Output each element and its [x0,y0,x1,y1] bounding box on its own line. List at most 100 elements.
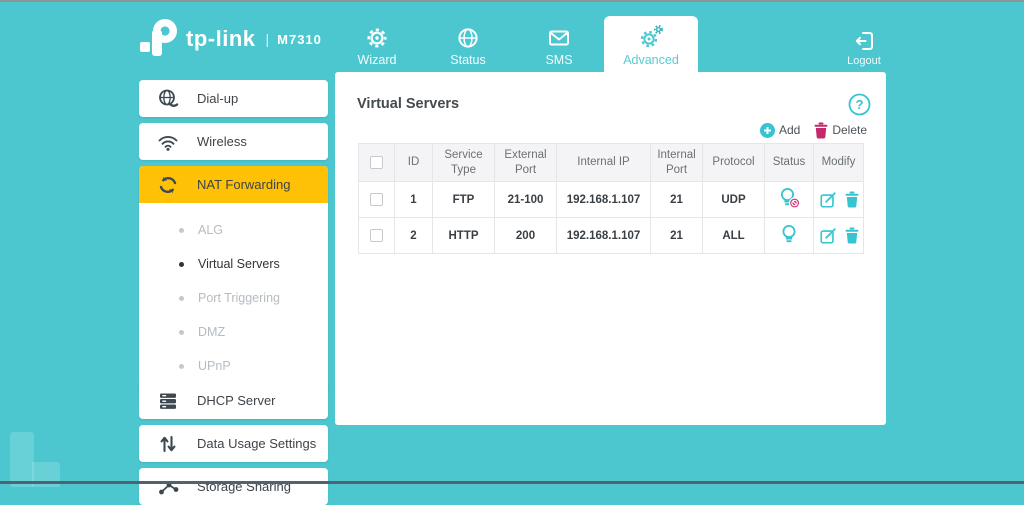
row-delete-button[interactable] [845,191,859,208]
header-internal-ip: Internal IP [557,144,651,182]
content-panel: Virtual Servers ? Add Delete [335,72,886,425]
cell-internal-port: 21 [651,218,703,254]
tab-sms[interactable]: SMS [519,26,599,67]
header-service-type: Service Type [433,144,495,182]
row-checkbox[interactable] [370,229,383,242]
header-modify: Modify [814,144,864,182]
logout-icon [851,28,877,54]
bullet-icon [179,296,184,301]
subitem-label: Port Triggering [198,291,280,305]
add-button-label: Add [779,123,800,137]
header-id: ID [395,144,433,182]
nat-refresh-icon [157,174,179,196]
virtual-servers-table: ID Service Type External Port Internal I… [358,143,864,254]
brand-model: M7310 [277,32,322,47]
gear-icon [365,26,389,50]
subitem-label: Virtual Servers [198,257,280,271]
header-protocol: Protocol [703,144,765,182]
add-button[interactable]: Add [760,123,800,138]
sidebar-item-wireless[interactable]: Wireless [139,123,328,160]
sidebar-item-nat-forwarding[interactable]: NAT Forwarding [139,166,328,203]
sidebar-group-nat-forwarding: NAT Forwarding ALG Virtual Servers Port … [139,166,328,395]
row-delete-button[interactable] [845,227,859,244]
brand-logo: tp-link | M7310 [138,18,322,60]
cell-protocol: UDP [703,182,765,218]
cell-internal-ip: 192.168.1.107 [557,182,651,218]
sidebar-item-dhcp-server[interactable]: DHCP Server [139,382,328,419]
header-internal-port: Internal Port [651,144,703,182]
table-row: 2 HTTP 200 192.168.1.107 21 ALL [359,218,864,254]
svg-text:?: ? [856,97,864,112]
sidebar-item-label: Data Usage Settings [197,436,316,451]
tab-wizard-label: Wizard [358,53,397,67]
nat-submenu: ALG Virtual Servers Port Triggering DMZ … [139,203,328,395]
table-action-bar: Add Delete [755,120,867,140]
edit-icon [819,191,837,209]
bullet-icon [179,330,184,335]
tab-advanced-label: Advanced [623,53,679,67]
help-button[interactable]: ? [848,93,871,116]
cell-external-port: 21-100 [495,182,557,218]
logout-label: Logout [847,55,881,67]
sidebar-item-label: Wireless [197,134,247,149]
brand-separator: | [266,31,270,47]
sidebar-subitem-upnp[interactable]: UPnP [139,349,328,383]
subitem-label: ALG [198,223,223,237]
sidebar-subitem-port-triggering[interactable]: Port Triggering [139,281,328,315]
bullet-icon [179,262,184,267]
subitem-label: DMZ [198,325,225,339]
delete-button[interactable]: Delete [814,122,867,139]
sidebar-item-data-usage-settings[interactable]: Data Usage Settings [139,425,328,462]
cell-id: 2 [395,218,433,254]
sidebar-subitem-alg[interactable]: ALG [139,213,328,247]
bullet-icon [179,228,184,233]
edit-icon [819,227,837,245]
tab-status-label: Status [450,53,485,67]
bulb-disabled-icon [776,186,802,211]
sidebar-item-label: Dial-up [197,91,238,106]
row-checkbox[interactable] [370,193,383,206]
status-enabled-toggle[interactable] [776,222,802,247]
header-external-port: External Port [495,144,557,182]
edit-button[interactable] [819,191,837,209]
double-gear-icon [638,24,664,50]
server-icon [157,390,179,412]
tplink-logo-icon [138,18,180,60]
select-all-checkbox[interactable] [370,156,383,169]
cell-id: 1 [395,182,433,218]
page-title: Virtual Servers [357,96,459,112]
envelope-icon [547,26,571,50]
sidebar-item-dialup[interactable]: Dial-up [139,80,328,117]
dialup-globe-icon [157,88,179,110]
delete-button-label: Delete [832,123,867,137]
brand-watermark [10,432,34,487]
add-plus-icon [760,123,775,138]
cell-protocol: ALL [703,218,765,254]
cell-internal-port: 21 [651,182,703,218]
trash-icon [845,191,859,208]
trash-icon [845,227,859,244]
tab-status[interactable]: Status [428,26,508,67]
tab-advanced[interactable]: Advanced [611,24,691,67]
header-status: Status [765,144,814,182]
delete-trash-icon [814,122,828,139]
up-down-arrows-icon [157,433,179,455]
logout-button[interactable]: Logout [836,28,892,67]
table-header-row: ID Service Type External Port Internal I… [359,144,864,182]
tab-wizard[interactable]: Wizard [337,26,417,67]
sidebar-item-label: NAT Forwarding [197,177,290,192]
sidebar-subitem-dmz[interactable]: DMZ [139,315,328,349]
window-top-edge [0,0,1024,2]
brand-name: tp-link [186,26,256,52]
bulb-enabled-icon [776,222,802,247]
status-disabled-toggle[interactable] [776,186,802,211]
sidebar-item-label: DHCP Server [197,393,276,408]
cell-external-port: 200 [495,218,557,254]
cell-service-type: FTP [433,182,495,218]
sidebar-subitem-virtual-servers[interactable]: Virtual Servers [139,247,328,281]
wifi-icon [157,131,179,153]
edit-button[interactable] [819,227,837,245]
table-row: 1 FTP 21-100 192.168.1.107 21 UDP [359,182,864,218]
tab-sms-label: SMS [545,53,572,67]
bullet-icon [179,364,184,369]
